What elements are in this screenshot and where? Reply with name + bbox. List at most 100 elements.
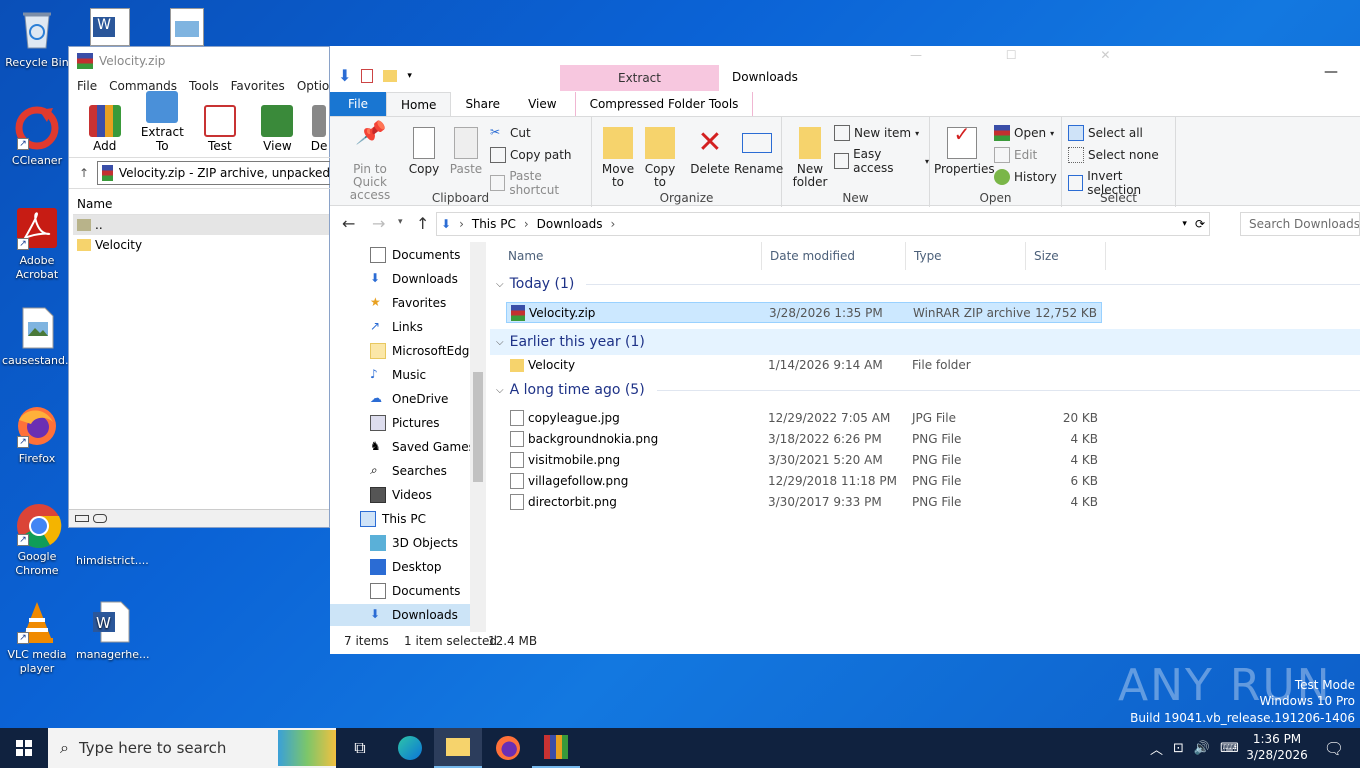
menu-tools[interactable]: Tools bbox=[189, 79, 219, 93]
group-header-earlier-this-year[interactable]: ⌵ Earlier this year (1) bbox=[490, 329, 1360, 355]
nav-item-downloads-pc[interactable]: ⬇ Downloads bbox=[330, 604, 470, 626]
desktop-icon-firefox[interactable]: ↗ Firefox bbox=[2, 404, 72, 466]
notification-center-button[interactable]: 🗨 bbox=[1310, 728, 1358, 768]
down-arrow-icon[interactable]: ⬇ bbox=[338, 66, 351, 85]
desktop-icon-ccleaner[interactable]: ↗ CCleaner bbox=[2, 106, 72, 168]
tab-share[interactable]: Share bbox=[451, 92, 514, 116]
delete-button[interactable]: De bbox=[309, 105, 329, 153]
breadcrumb-downloads[interactable]: Downloads bbox=[537, 217, 603, 231]
clock[interactable]: 1:36 PM 3/28/2026 bbox=[1244, 731, 1310, 763]
keyboard-icon[interactable]: ⌨ bbox=[1220, 741, 1239, 756]
column-header-type[interactable]: Type bbox=[906, 242, 1026, 270]
desktop-icon-vlc[interactable]: ↗ VLC media player bbox=[2, 600, 72, 676]
tab-file[interactable]: File bbox=[330, 92, 386, 116]
edit-button[interactable]: Edit bbox=[994, 147, 1037, 163]
tab-view[interactable]: View bbox=[514, 92, 570, 116]
list-item[interactable]: .. bbox=[73, 215, 329, 235]
file-row[interactable]: Velocity.zip 3/28/2026 1:35 PM WinRAR ZI… bbox=[506, 302, 1102, 323]
refresh-icon[interactable]: ⟳ bbox=[1195, 217, 1209, 231]
select-none-button[interactable]: Select none bbox=[1068, 147, 1159, 163]
nav-item-documents[interactable]: Documents bbox=[370, 244, 460, 266]
nav-item-documents-pc[interactable]: Documents bbox=[370, 580, 460, 602]
winrar-taskbar-icon[interactable] bbox=[532, 728, 580, 768]
start-button[interactable] bbox=[0, 728, 48, 768]
column-header-name[interactable]: Name bbox=[73, 193, 329, 215]
archive-path-field[interactable]: Velocity.zip - ZIP archive, unpacked bbox=[97, 161, 331, 185]
nav-item-music[interactable]: ♪ Music bbox=[370, 364, 426, 386]
file-row[interactable]: directorbit.png 3/30/2017 9:33 PM PNG File… bbox=[506, 492, 1102, 513]
nav-item-links[interactable]: ↗ Links bbox=[370, 316, 423, 338]
nav-item-saved-games[interactable]: ♞ Saved Games bbox=[370, 436, 475, 458]
file-explorer-taskbar-icon[interactable] bbox=[434, 728, 482, 768]
desktop-icon-himdistrict[interactable]: himdistrict.... bbox=[76, 530, 149, 570]
rename-button[interactable]: Rename bbox=[734, 127, 783, 176]
task-view-button[interactable]: ⧉ bbox=[336, 728, 384, 768]
nav-scrollbar[interactable] bbox=[470, 242, 486, 632]
file-row[interactable]: Velocity 1/14/2026 9:14 AM File folder bbox=[506, 355, 1102, 376]
tab-home[interactable]: Home bbox=[386, 92, 452, 116]
chevron-down-icon[interactable]: ▾ bbox=[407, 71, 412, 81]
nav-item-microsoftedge[interactable]: MicrosoftEdge bbox=[370, 340, 477, 362]
column-header-size[interactable]: Size bbox=[1026, 242, 1106, 270]
edge-taskbar-icon[interactable] bbox=[386, 728, 434, 768]
up-arrow-icon[interactable]: ↑ bbox=[79, 166, 89, 180]
properties-button[interactable]: ✓ Properties bbox=[934, 124, 995, 176]
nav-item-pictures[interactable]: Pictures bbox=[370, 412, 440, 434]
new-folder-button[interactable]: New folder bbox=[788, 127, 832, 189]
context-tab-extract[interactable]: Extract bbox=[560, 65, 719, 91]
paste-button[interactable]: Paste bbox=[446, 127, 486, 176]
nav-item-3d-objects[interactable]: 3D Objects bbox=[370, 532, 458, 554]
copy-button[interactable]: Copy bbox=[406, 127, 442, 176]
nav-item-searches[interactable]: ⌕ Searches bbox=[370, 460, 447, 482]
tab-compressed-folder-tools[interactable]: Compressed Folder Tools bbox=[574, 92, 754, 116]
add-button[interactable]: Add bbox=[79, 105, 131, 153]
desktop-icon-managerhe[interactable]: W managerhe... bbox=[76, 600, 149, 662]
firefox-taskbar-icon[interactable] bbox=[484, 728, 532, 768]
column-header-date[interactable]: Date modified bbox=[762, 242, 906, 270]
select-all-button[interactable]: Select all bbox=[1068, 125, 1143, 141]
extract-to-button[interactable]: Extract To bbox=[137, 91, 189, 153]
file-row[interactable]: villagefollow.png 12/29/2018 11:18 PM PNG … bbox=[506, 471, 1102, 492]
minimize-button[interactable]: — bbox=[1324, 64, 1338, 80]
file-row[interactable]: backgroundnokia.png 3/18/2022 6:26 PM PNG … bbox=[506, 429, 1102, 450]
desktop-icon-adobe-acrobat[interactable]: ↗ Adobe Acrobat bbox=[2, 206, 72, 282]
recent-chevron-icon[interactable]: ▾ bbox=[398, 217, 403, 227]
copy-to-button[interactable]: Copy to bbox=[642, 127, 678, 189]
open-button[interactable]: Open ▾ bbox=[994, 125, 1054, 141]
easy-access-button[interactable]: Easy access ▾ bbox=[834, 147, 929, 175]
menu-favorites[interactable]: Favorites bbox=[231, 79, 285, 93]
list-item[interactable]: Velocity bbox=[73, 235, 329, 255]
group-header-today[interactable]: ⌵ Today (1) bbox=[496, 276, 1360, 292]
delete-button[interactable]: ✕ Delete bbox=[690, 127, 730, 176]
taskbar-search-box[interactable]: ⌕ Type here to search bbox=[48, 728, 336, 768]
breadcrumb-this-pc[interactable]: This PC bbox=[472, 217, 516, 231]
chevron-up-icon[interactable]: ︿ bbox=[1150, 739, 1163, 758]
address-dropdown-icon[interactable]: ▾ bbox=[1182, 219, 1187, 229]
nav-item-downloads[interactable]: ⬇ Downloads bbox=[370, 268, 458, 290]
cut-button[interactable]: ✂ Cut bbox=[490, 125, 531, 141]
nav-item-videos[interactable]: Videos bbox=[370, 484, 432, 506]
group-header-long-time-ago[interactable]: ⌵ A long time ago (5) bbox=[496, 382, 1360, 398]
column-header-name[interactable]: Name bbox=[500, 242, 762, 270]
file-row[interactable]: visitmobile.png 3/30/2021 5:20 AM PNG File… bbox=[506, 450, 1102, 471]
view-button[interactable]: View bbox=[252, 105, 304, 153]
nav-item-desktop[interactable]: Desktop bbox=[370, 556, 442, 578]
history-button[interactable]: History bbox=[994, 169, 1057, 185]
menu-file[interactable]: File bbox=[77, 79, 97, 93]
address-bar[interactable]: ⬇ › This PC › Downloads › ▾ ⟳ bbox=[436, 212, 1210, 236]
volume-icon[interactable]: 🔊 bbox=[1194, 741, 1210, 756]
nav-item-this-pc[interactable]: This PC bbox=[360, 508, 426, 530]
back-arrow-icon[interactable]: ← bbox=[342, 214, 355, 233]
new-folder-icon[interactable] bbox=[383, 69, 398, 82]
test-button[interactable]: Test bbox=[194, 105, 246, 153]
desktop-icon-causestand[interactable]: causestand... bbox=[2, 306, 76, 368]
nav-item-favorites[interactable]: ★ Favorites bbox=[370, 292, 446, 314]
move-to-button[interactable]: Move to bbox=[600, 127, 636, 189]
file-row[interactable]: copyleague.jpg 12/29/2022 7:05 AM JPG File… bbox=[506, 408, 1102, 429]
nav-item-onedrive[interactable]: ☁ OneDrive bbox=[370, 388, 448, 410]
network-icon[interactable]: ⊡ bbox=[1173, 741, 1184, 756]
desktop-icon-recycle-bin[interactable]: Recycle Bin bbox=[2, 8, 72, 70]
forward-arrow-icon[interactable]: → bbox=[372, 214, 385, 233]
copy-path-button[interactable]: Copy path bbox=[490, 147, 572, 163]
properties-icon[interactable] bbox=[361, 68, 374, 83]
